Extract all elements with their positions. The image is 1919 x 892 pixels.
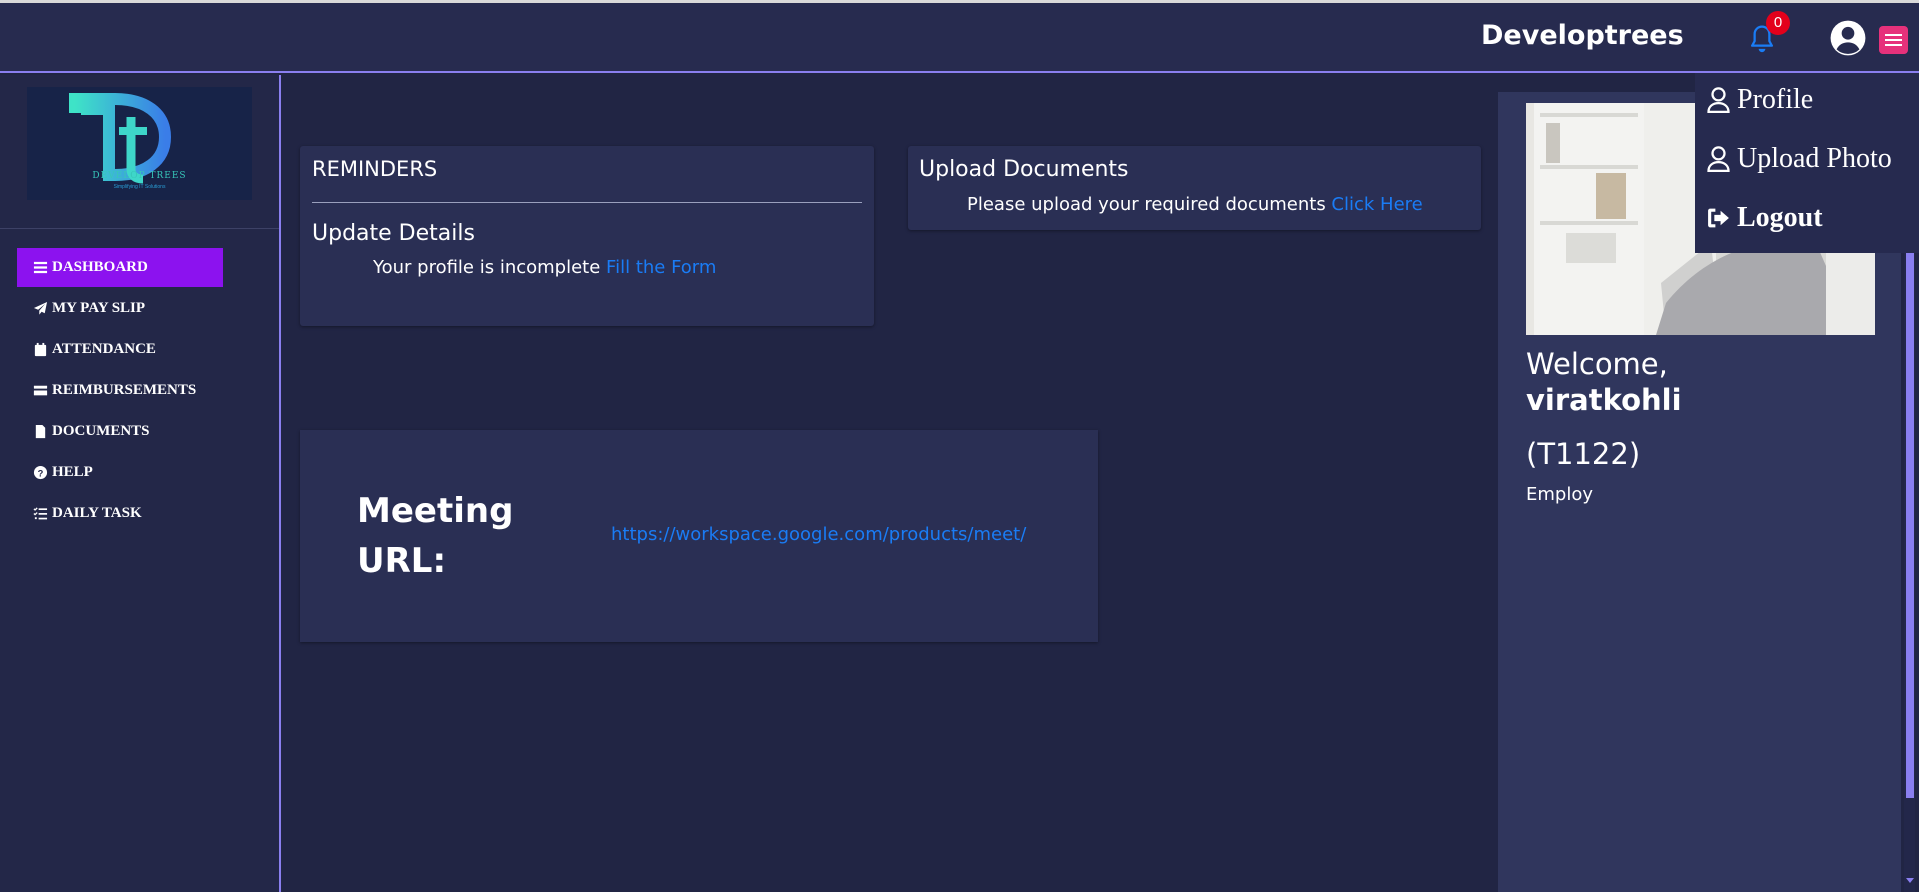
sidebar-divider	[0, 228, 279, 229]
sidebar-item-my-pay-slip[interactable]: MY PAY SLIP	[17, 289, 223, 328]
scrollbar-thumb[interactable]	[1906, 250, 1914, 798]
click-here-link[interactable]: Click Here	[1331, 194, 1422, 215]
brand-title: Developtrees	[1481, 20, 1684, 51]
task-list-icon	[33, 507, 48, 520]
sidebar-item-label: REIMBURSEMENTS	[52, 382, 197, 398]
profile-incomplete-text: Your profile is incomplete Fill the Form	[373, 257, 716, 278]
dropdown-item-label: Upload Photo	[1737, 143, 1892, 174]
bars-icon	[33, 261, 48, 274]
company-logo: DEVELOP TREES Simplifying IT Solutions	[27, 87, 252, 200]
sidebar-item-label: DOCUMENTS	[52, 423, 150, 439]
update-details-heading: Update Details	[312, 221, 475, 246]
meeting-url-label: Meeting URL:	[357, 491, 514, 581]
user-outline-icon	[1707, 87, 1730, 113]
sign-out-icon	[1708, 208, 1729, 228]
sidebar-item-label: DAILY TASK	[52, 505, 142, 521]
dropdown-item-logout[interactable]: Logout	[1706, 202, 1823, 234]
username: viratkohli	[1526, 383, 1682, 417]
notification-badge: 0	[1766, 11, 1790, 35]
dropdown-item-label: Profile	[1737, 84, 1814, 115]
question-circle-icon: ?	[33, 465, 48, 480]
dropdown-item-label: Logout	[1737, 202, 1823, 233]
reminders-divider	[312, 202, 862, 203]
upload-message: Please upload your required documents	[967, 194, 1332, 215]
logo-tagline: Simplifying IT Solutions	[113, 184, 166, 190]
sidebar-item-label: MY PAY SLIP	[52, 300, 146, 316]
logo-text: DEVELOP TREES	[92, 171, 187, 181]
upload-documents-title: Upload Documents	[919, 157, 1129, 182]
sidebar-item-attendance[interactable]: ATTENDANCE	[17, 330, 223, 369]
user-dropdown-menu: Profile Upload Photo Logout	[1695, 73, 1919, 253]
employee-role: Employ	[1526, 484, 1593, 505]
meeting-url-link[interactable]: https://workspace.google.com/products/me…	[611, 524, 1026, 545]
employee-id: (T1122)	[1526, 437, 1641, 471]
sidebar-item-label: HELP	[52, 464, 93, 480]
sidebar-item-label: DASHBOARD	[52, 259, 148, 275]
reminders-card: REMINDERS Update Details Your profile is…	[300, 146, 874, 326]
paper-plane-icon	[33, 301, 48, 315]
welcome-text: Welcome,	[1526, 347, 1668, 381]
calendar-icon	[34, 342, 47, 357]
dropdown-item-upload-photo[interactable]: Upload Photo	[1706, 143, 1892, 175]
upload-documents-card: Upload Documents Please upload your requ…	[908, 146, 1481, 230]
top-navbar: Developtrees 0	[0, 0, 1919, 73]
sidebar-item-label: ATTENDANCE	[52, 341, 156, 357]
sidebar-item-reimbursements[interactable]: REIMBURSEMENTS	[17, 371, 223, 410]
sidebar-item-dashboard[interactable]: DASHBOARD	[17, 248, 223, 287]
profile-incomplete-message: Your profile is incomplete	[373, 257, 607, 278]
user-circle-icon[interactable]	[1829, 19, 1867, 57]
dropdown-item-profile[interactable]: Profile	[1706, 84, 1813, 116]
credit-card-icon	[33, 385, 48, 396]
svg-text:?: ?	[38, 468, 44, 478]
hamburger-menu-button[interactable]	[1879, 26, 1908, 54]
sidebar-item-help[interactable]: ? HELP	[17, 453, 223, 492]
sidebar: DEVELOP TREES Simplifying IT Solutions D…	[0, 75, 281, 892]
fill-form-link[interactable]: Fill the Form	[606, 257, 716, 278]
file-icon	[35, 424, 46, 439]
scroll-down-arrow-icon[interactable]	[1906, 878, 1914, 883]
reminders-title: REMINDERS	[312, 157, 438, 181]
user-outline-icon	[1707, 146, 1730, 172]
upload-documents-text: Please upload your required documents Cl…	[967, 194, 1423, 215]
sidebar-item-daily-task[interactable]: DAILY TASK	[17, 494, 223, 533]
sidebar-item-documents[interactable]: DOCUMENTS	[17, 412, 223, 451]
